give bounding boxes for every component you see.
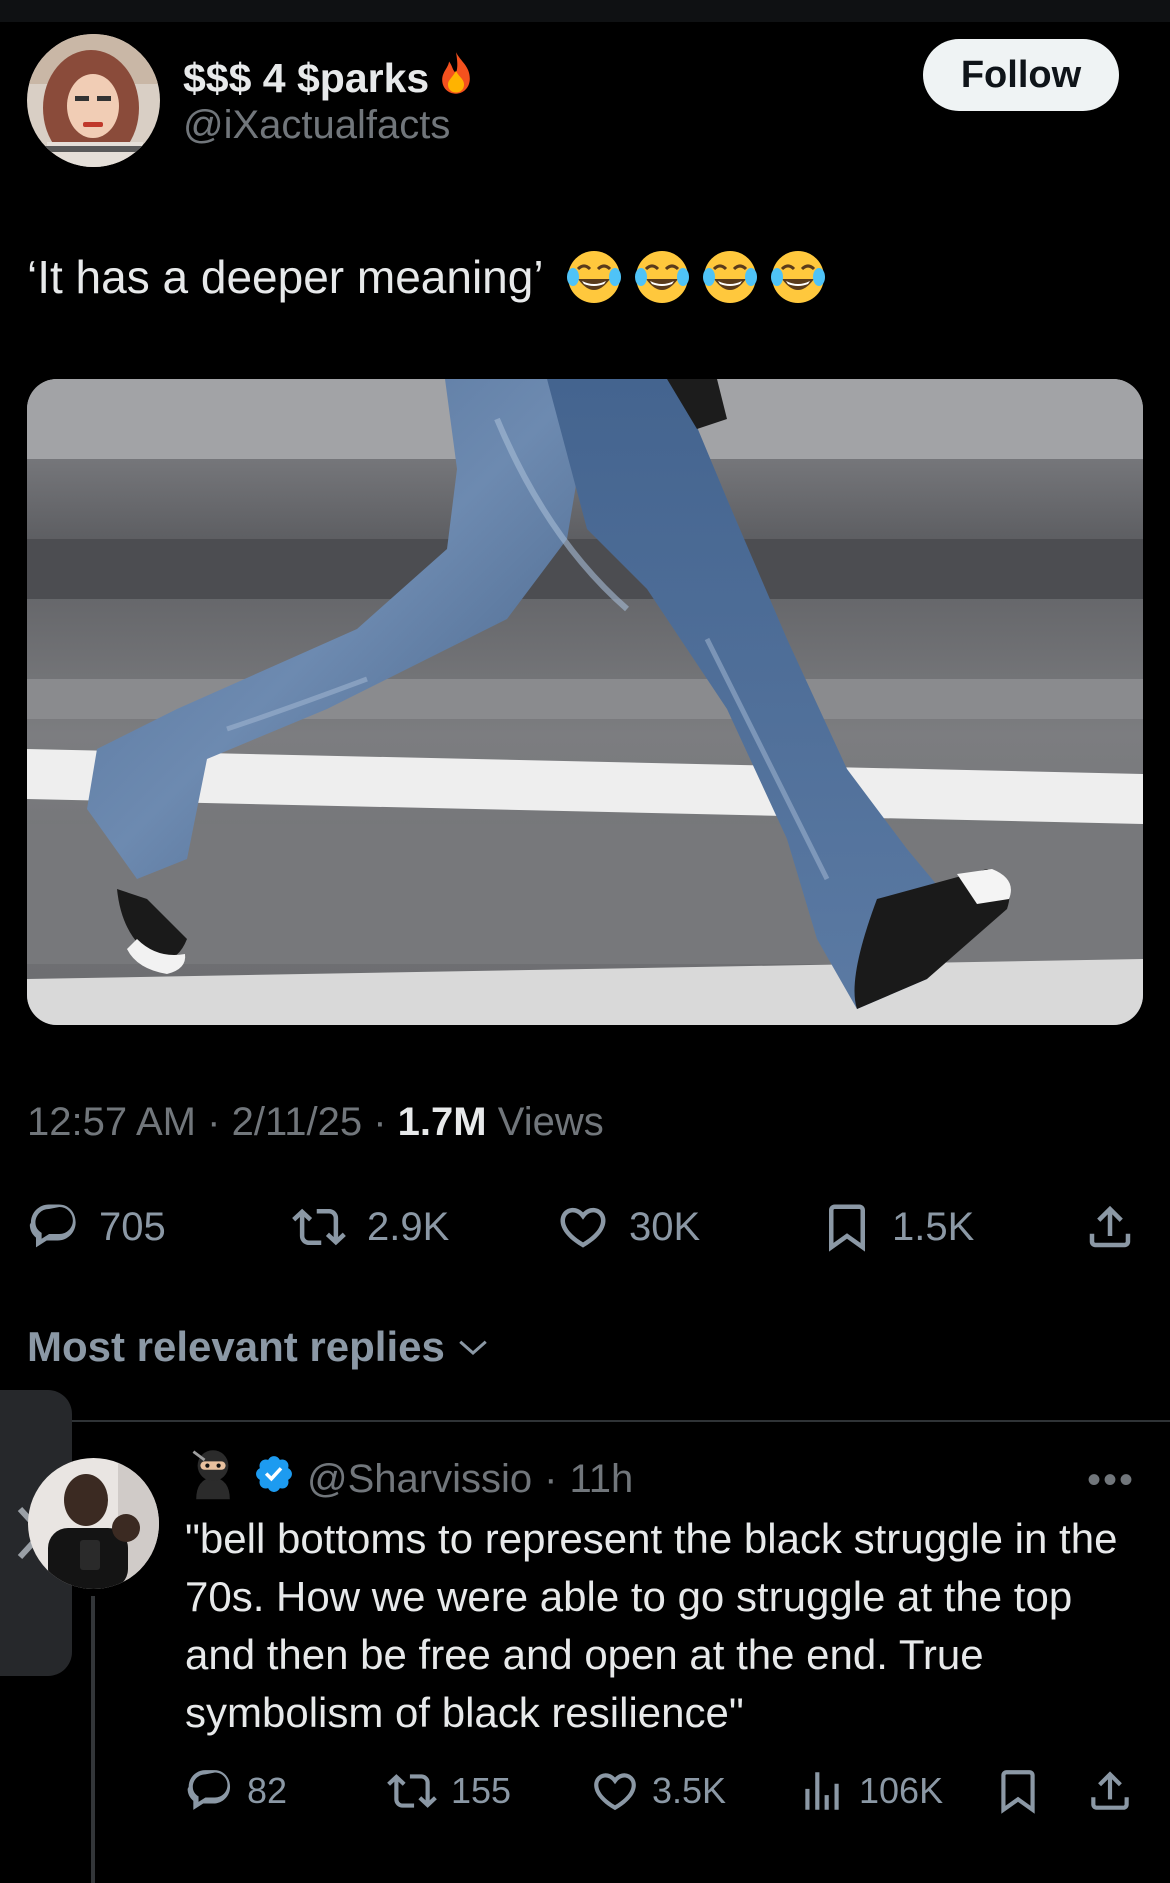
reply-actions-bar: 82 155 3.5K 106K [185,1760,1145,1822]
share-icon [1091,1771,1129,1810]
author-display-name[interactable]: $$$ 4 $parks [183,50,479,106]
views-label: Views [497,1100,604,1144]
reply-author-handle[interactable]: @Sharvissio [307,1457,532,1502]
laughing-emoji-icon [702,251,757,303]
separator-dot: · [207,1100,221,1144]
reply-repost-count: 155 [451,1770,512,1811]
section-divider [0,1420,1170,1422]
follow-button[interactable]: Follow [923,39,1119,111]
reply-share-button[interactable] [1085,1760,1135,1822]
tweet-media-image[interactable] [27,379,1143,1025]
tweet-text: ‘It has a deeper meaning’ [27,247,828,307]
separator-dot: · [544,1456,558,1501]
more-options-icon[interactable]: ••• [1087,1458,1135,1503]
reply-icon [29,1204,76,1248]
ninja-icon [185,1446,241,1512]
repost-icon [387,1774,437,1808]
author-avatar[interactable] [27,34,160,167]
chevron-down-icon [459,1340,487,1356]
laughing-emoji-icon [770,251,825,303]
reply-like-button[interactable]: 3.5K [590,1760,726,1822]
reply-count: 705 [99,1204,166,1249]
bookmark-icon [1001,1770,1035,1814]
reply-bookmark-button[interactable] [993,1760,1043,1822]
replies-sort-label: Most relevant replies [27,1323,445,1370]
reply-reply-button[interactable]: 82 [185,1760,287,1822]
tweet-meta: 12:57 AM · 2/11/25 · 1.7M Views [27,1100,604,1145]
tweet-date[interactable]: 2/11/25 [232,1100,363,1144]
reply-icon [187,1770,231,1810]
tweet-text-content: ‘It has a deeper meaning’ [27,251,544,303]
author-name-text: $$$ 4 $parks [183,54,430,101]
emoji-group [564,247,828,307]
reply-header: @Sharvissio · 11h [185,1450,633,1507]
repost-count: 2.9K [367,1204,450,1249]
status-bar-strip [0,0,1170,22]
repost-button[interactable]: 2.9K [289,1192,449,1262]
verified-badge-icon [253,1453,295,1505]
author-handle[interactable]: @iXactualfacts [183,103,450,148]
reply-reply-count: 82 [247,1770,288,1811]
like-count: 30K [629,1204,701,1249]
tweet-time[interactable]: 12:57 AM [27,1100,196,1144]
laughing-emoji-icon [566,251,621,303]
reply-button[interactable]: 705 [27,1192,166,1262]
separator-dot: · [373,1100,387,1144]
reply-like-count: 3.5K [652,1770,727,1811]
views-count: 1.7M [397,1100,487,1144]
tweet-actions-bar: 705 2.9K 30K 1.5K [27,1192,1143,1262]
bookmark-button[interactable]: 1.5K [820,1192,974,1262]
share-icon [1089,1205,1131,1248]
like-button[interactable]: 30K [555,1192,700,1262]
heart-icon [594,1773,636,1811]
reply-repost-button[interactable]: 155 [385,1760,511,1822]
replies-sort-dropdown[interactable]: Most relevant replies [27,1323,491,1371]
bookmark-icon [829,1204,865,1252]
repost-icon [292,1208,346,1246]
reply-author-avatar[interactable] [28,1458,159,1589]
reply-time[interactable]: 11h [569,1457,633,1502]
analytics-icon [805,1772,839,1810]
thread-connector-line [91,1596,95,1883]
reply-views-count: 106K [859,1770,944,1811]
reply-text: "bell bottoms to represent the black str… [185,1515,1118,1736]
fire-icon [433,50,479,106]
heart-icon [560,1207,606,1248]
share-button[interactable] [1083,1192,1137,1262]
bookmark-count: 1.5K [892,1204,975,1249]
reply-views-button[interactable]: 106K [797,1760,943,1822]
laughing-emoji-icon [634,251,689,303]
